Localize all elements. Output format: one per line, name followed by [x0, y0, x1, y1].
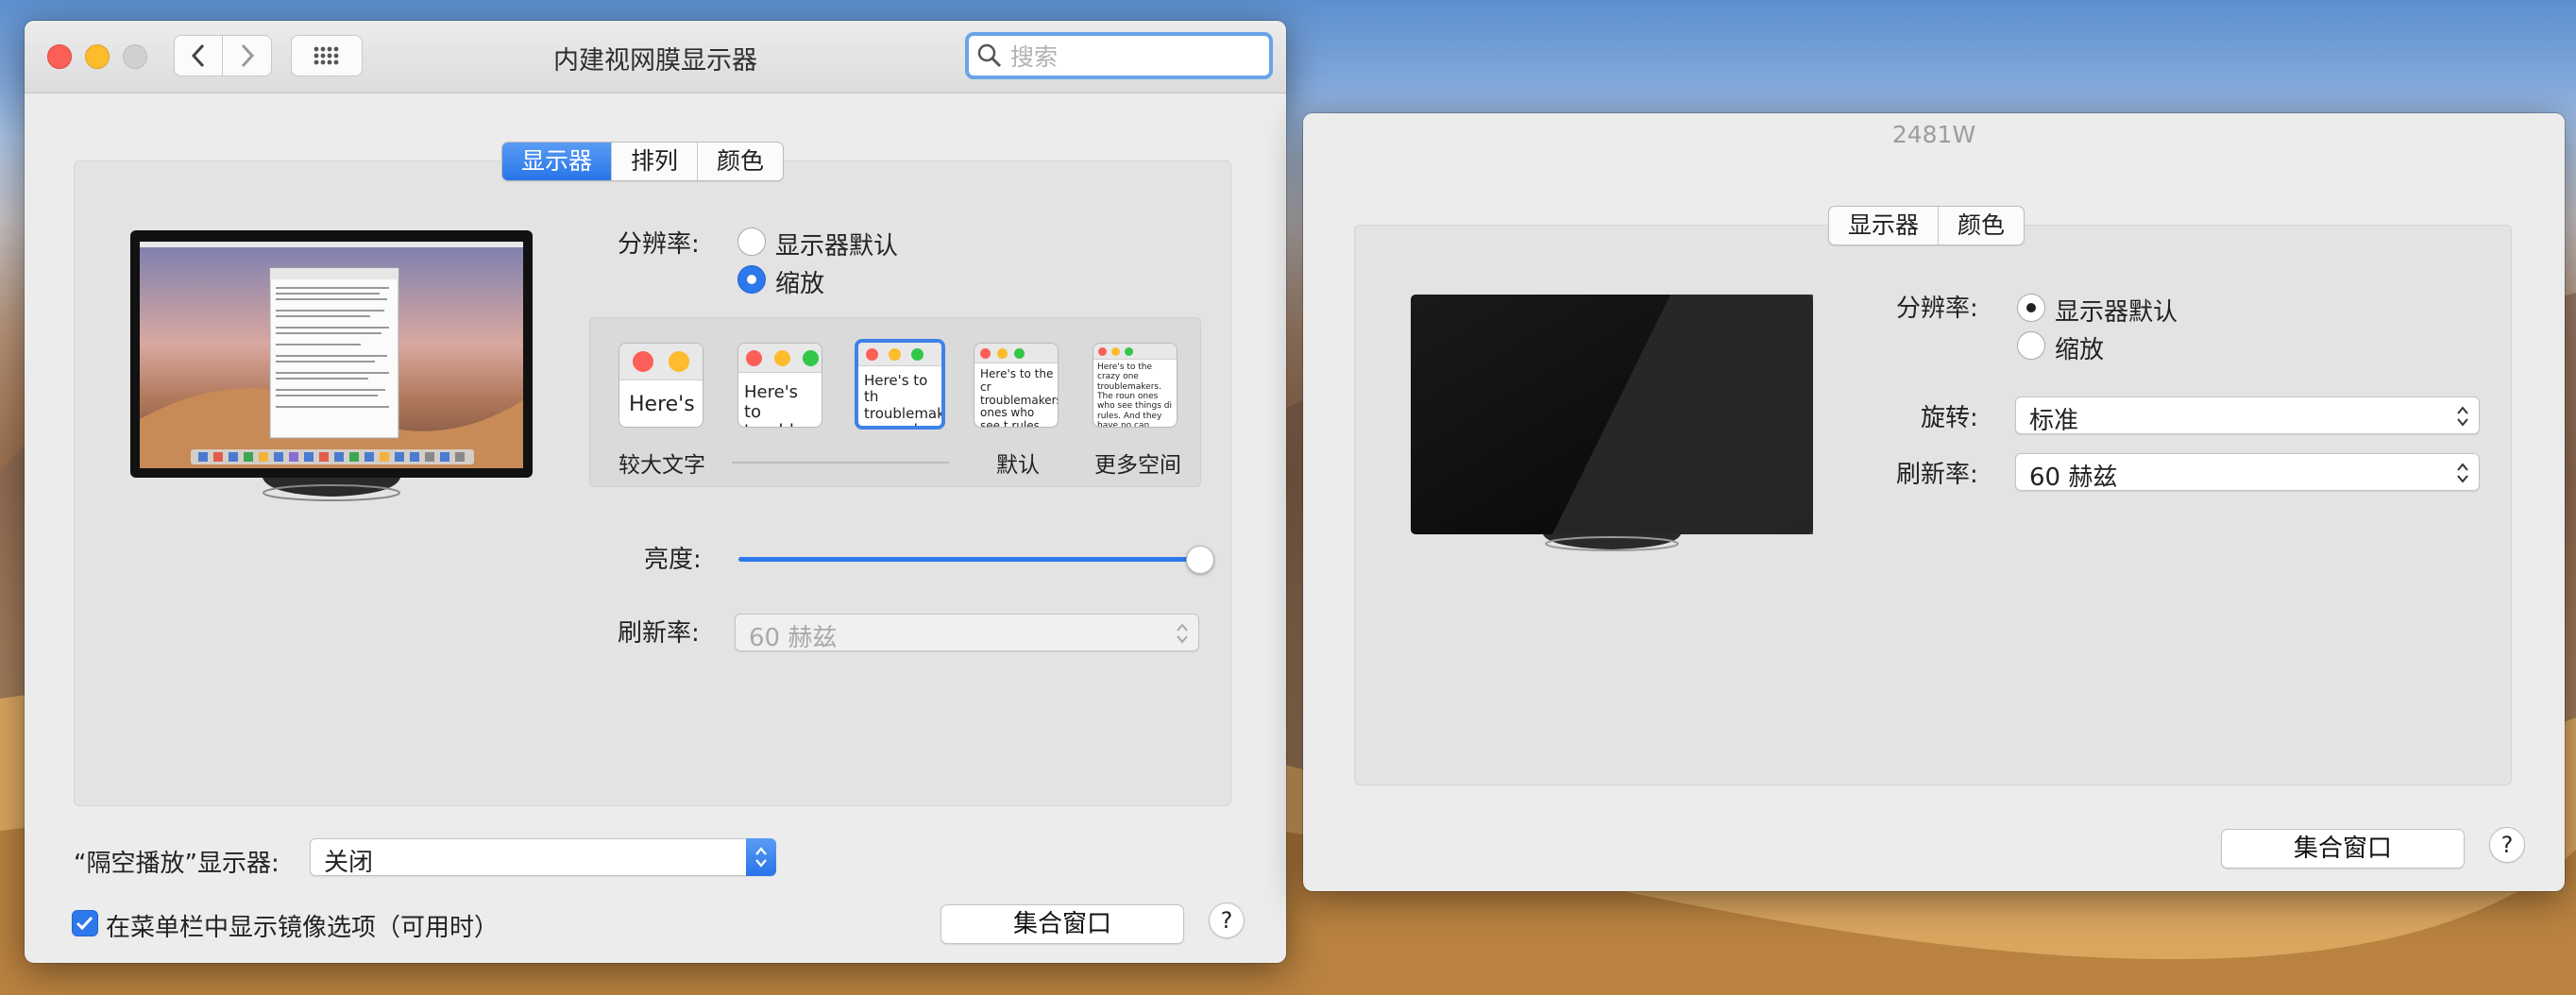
refresh-rate-label: 刷新率: [618, 619, 700, 648]
updown-arrows-icon [2457, 406, 2468, 427]
tab-display[interactable]: 显示器 [1829, 207, 1940, 245]
brightness-slider[interactable] [738, 546, 1214, 574]
resolution-label: 分辨率: [1896, 295, 1978, 323]
scale-track-line [732, 462, 949, 464]
rotation-value: 标准 [2029, 407, 2079, 435]
radio-display-default-label[interactable]: 显示器默认 [2055, 293, 2178, 328]
brightness-label: 亮度: [644, 546, 702, 574]
radio-scaled[interactable] [737, 265, 766, 294]
scale-option-more-space[interactable]: Here's to the crazy one troublemakers. T… [1093, 343, 1178, 428]
rotation-label: 旋转: [1921, 404, 1978, 432]
display-preview-image [130, 230, 533, 501]
brightness-knob[interactable] [1186, 546, 1214, 574]
refresh-rate-popup[interactable]: 60 赫兹 [2015, 453, 2480, 492]
builtin-display-window: 内建视网膜显示器 搜索 显示器 排列 颜色 分辨率: 显示器默认 缩放 Here… [25, 21, 1286, 963]
updown-arrows-icon [1177, 623, 1188, 644]
gather-windows-button[interactable]: 集合窗口 [2221, 829, 2465, 869]
scale-option-2[interactable]: Here's to troublem [737, 343, 822, 428]
airplay-popup[interactable]: 关闭 [310, 838, 776, 877]
resolution-label: 分辨率: [618, 230, 700, 259]
rotation-popup[interactable]: 标准 [2015, 396, 2480, 435]
airplay-value: 关闭 [324, 849, 374, 877]
window-title: 2481W [1891, 121, 1976, 148]
brightness-track [738, 557, 1192, 562]
radio-display-default-label[interactable]: 显示器默认 [775, 227, 898, 261]
help-button[interactable]: ? [1209, 902, 1245, 938]
scale-option-larger-text[interactable]: Here's [619, 343, 703, 428]
radio-scaled-label[interactable]: 缩放 [2055, 330, 2104, 365]
gather-windows-button[interactable]: 集合窗口 [941, 904, 1184, 944]
mirroring-checkbox[interactable] [72, 910, 98, 936]
external-display-window: 2481W 显示器 颜色 分辨率: 显示器默认 缩放 旋转: 标准 刷新率: 6… [1303, 113, 2565, 891]
refresh-rate-value: 60 赫兹 [749, 624, 838, 652]
title-bar: 内建视网膜显示器 搜索 [25, 21, 1286, 93]
caption-more-space: 更多空间 [1094, 453, 1181, 478]
help-button[interactable]: ? [2489, 827, 2525, 863]
title-bar: 2481W [1303, 113, 2565, 159]
refresh-rate-value: 60 赫兹 [2029, 464, 2118, 492]
radio-display-default[interactable] [2017, 294, 2045, 322]
tab-display[interactable]: 显示器 [502, 143, 613, 180]
mirroring-checkbox-label[interactable]: 在菜单栏中显示镜像选项（可用时） [106, 908, 499, 943]
updown-arrows-icon [755, 847, 767, 868]
radio-scaled[interactable] [2017, 331, 2045, 360]
checkmark-icon [76, 916, 93, 931]
search-placeholder: 搜索 [1010, 43, 1059, 71]
scale-option-3[interactable]: Here's to th troublemak ones who [855, 339, 945, 430]
refresh-rate-label: 刷新率: [1896, 461, 1978, 489]
tab-color[interactable]: 颜色 [1939, 207, 2024, 245]
scale-options-panel: Here's Here's to troublem Here's to th t… [589, 317, 1201, 487]
airplay-label: “隔空播放”显示器: [74, 850, 280, 878]
caption-default: 默认 [996, 453, 1040, 478]
tab-arrangement[interactable]: 排列 [612, 143, 699, 180]
tab-bar: 显示器 颜色 [1828, 206, 2025, 245]
tab-bar: 显示器 排列 颜色 [501, 142, 785, 181]
scale-option-default[interactable]: Here's to the cr troublemakers. ones who… [974, 343, 1059, 428]
caption-larger-text: 较大文字 [619, 453, 705, 478]
radio-display-default[interactable] [737, 228, 766, 256]
radio-scaled-label[interactable]: 缩放 [775, 264, 824, 299]
search-field[interactable]: 搜索 [965, 32, 1273, 79]
airplay-popup-stepper [746, 838, 776, 876]
refresh-rate-popup[interactable]: 60 赫兹 [735, 614, 1199, 652]
search-icon [977, 43, 1002, 68]
tab-color[interactable]: 颜色 [698, 143, 783, 180]
updown-arrows-icon [2457, 463, 2468, 483]
monitor-preview-image [1411, 295, 1813, 551]
